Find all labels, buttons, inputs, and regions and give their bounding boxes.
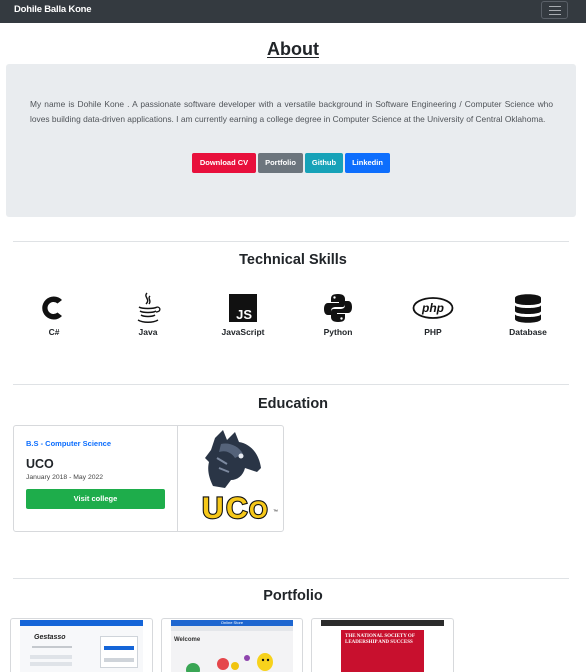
svg-text:U: U: [202, 492, 224, 525]
project-thumbnail: THE NATIONAL SOCIETY OF LEADERSHIP AND S…: [321, 620, 444, 672]
about-title: About: [267, 39, 319, 59]
skill-csharp: C#: [16, 292, 92, 337]
project-thumbnail: Online Store Welcome: [171, 620, 293, 672]
degree-label: B.S - Computer Science: [26, 439, 112, 448]
visit-college-button[interactable]: Visit college: [26, 489, 165, 509]
skill-database: Database: [490, 292, 566, 337]
divider: [13, 241, 569, 242]
database-icon: [515, 294, 541, 323]
skill-label: Database: [509, 327, 547, 337]
php-icon: php: [412, 297, 454, 319]
education-title: Education: [257, 396, 329, 412]
skill-label: PHP: [424, 327, 442, 337]
skill-java: Java: [110, 292, 186, 337]
education-card: B.S - Computer Science UCO January 2018 …: [13, 425, 284, 532]
skill-label: JavaScript: [221, 327, 265, 337]
project-thumbnail: Gestasso: [20, 620, 143, 672]
portfolio-card-online-store[interactable]: Online Store Welcome: [161, 618, 303, 672]
portfolio-card-gestasso[interactable]: Gestasso: [10, 618, 153, 672]
about-jumbotron: My name is Dohile Kone . A passionate so…: [6, 64, 576, 217]
skill-label: Python: [323, 327, 353, 337]
navbar-brand[interactable]: Dohile Balla Kone: [14, 4, 92, 15]
thumbnail-heading: THE NATIONAL SOCIETY OF LEADERSHIP AND S…: [345, 634, 415, 645]
svg-text:O: O: [249, 497, 268, 524]
divider: [13, 578, 569, 579]
svg-text:™: ™: [273, 509, 278, 515]
skill-python: Python: [300, 292, 376, 337]
thumbnail-welcome: Welcome: [174, 637, 201, 643]
svg-text:php: php: [421, 301, 444, 315]
download-cv-button[interactable]: Download CV: [192, 153, 256, 173]
navbar-toggle-button[interactable]: [541, 1, 568, 19]
divider: [13, 384, 569, 385]
about-bio: My name is Dohile Kone . A passionate so…: [30, 99, 553, 124]
linkedin-button[interactable]: Linkedin: [345, 153, 390, 173]
education-dates: January 2018 - May 2022: [26, 474, 104, 481]
python-icon: [324, 294, 352, 322]
github-button[interactable]: Github: [305, 153, 343, 173]
thumbnail-heading: Gestasso: [34, 634, 66, 641]
skill-php: php PHP: [395, 292, 471, 337]
javascript-icon: JS: [229, 294, 257, 322]
portfolio-button[interactable]: Portfolio: [258, 153, 303, 173]
hamburger-icon: [549, 6, 561, 7]
skill-label: Java: [138, 327, 158, 337]
portfolio-title: Portfolio: [263, 588, 323, 604]
skill-javascript: JS JavaScript: [205, 292, 281, 337]
java-icon: [137, 292, 161, 323]
navbar: Dohile Balla Kone: [0, 0, 586, 23]
svg-text:JS: JS: [236, 307, 252, 322]
csharp-icon: [42, 296, 62, 320]
card-divider: [177, 426, 178, 531]
portfolio-card-nsls[interactable]: THE NATIONAL SOCIETY OF LEADERSHIP AND S…: [311, 618, 454, 672]
svg-text:C: C: [226, 492, 248, 525]
skills-title: Technical Skills: [239, 252, 347, 268]
uco-bronco-logo: U C O ™: [201, 430, 278, 526]
skill-label: C#: [48, 327, 60, 337]
school-name: UCO: [26, 457, 54, 471]
